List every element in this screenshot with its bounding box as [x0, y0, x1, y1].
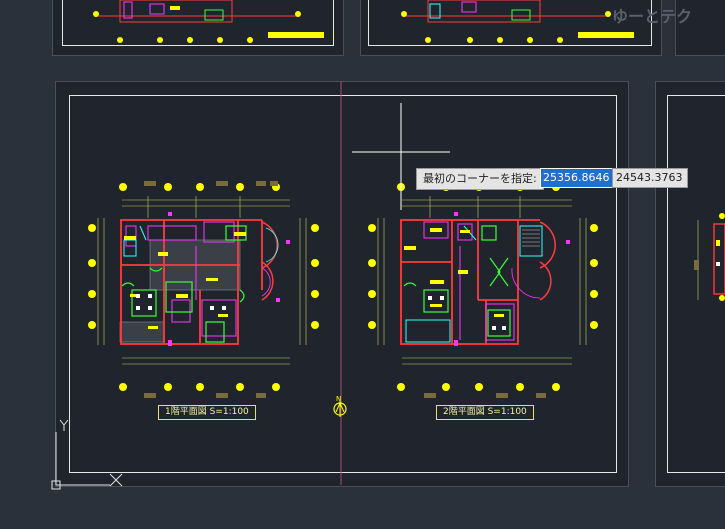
floor-plan-2	[368, 181, 598, 398]
top-middle-plan	[401, 0, 634, 43]
watermark-text: ゆーとテク	[612, 7, 692, 26]
command-prompt-label: 最初のコーナーを指定:	[416, 168, 544, 190]
ucs-icon	[51, 419, 123, 490]
crosshair-cursor-icon	[352, 103, 450, 210]
sheet-title-floor-2: 2階平面図 S=1:100	[436, 405, 534, 420]
drawing-geometry: ゆーとテク N	[51, 0, 725, 490]
floor-plan-1	[88, 181, 319, 398]
x-coordinate-input[interactable]: 25356.8646	[540, 168, 613, 188]
model-space-canvas[interactable]: ゆーとテク N 1階平面図 S=1:100 2階平面図 S=1:100 最初のコ…	[0, 0, 725, 529]
right-sheet-plan	[694, 213, 725, 301]
sheet-title-floor-1: 1階平面図 S=1:100	[158, 405, 256, 420]
y-coordinate-input[interactable]: 24543.3763	[612, 168, 688, 188]
north-arrow-icon: N	[333, 395, 347, 417]
top-left-plan	[93, 0, 324, 43]
north-label: N	[336, 395, 341, 403]
